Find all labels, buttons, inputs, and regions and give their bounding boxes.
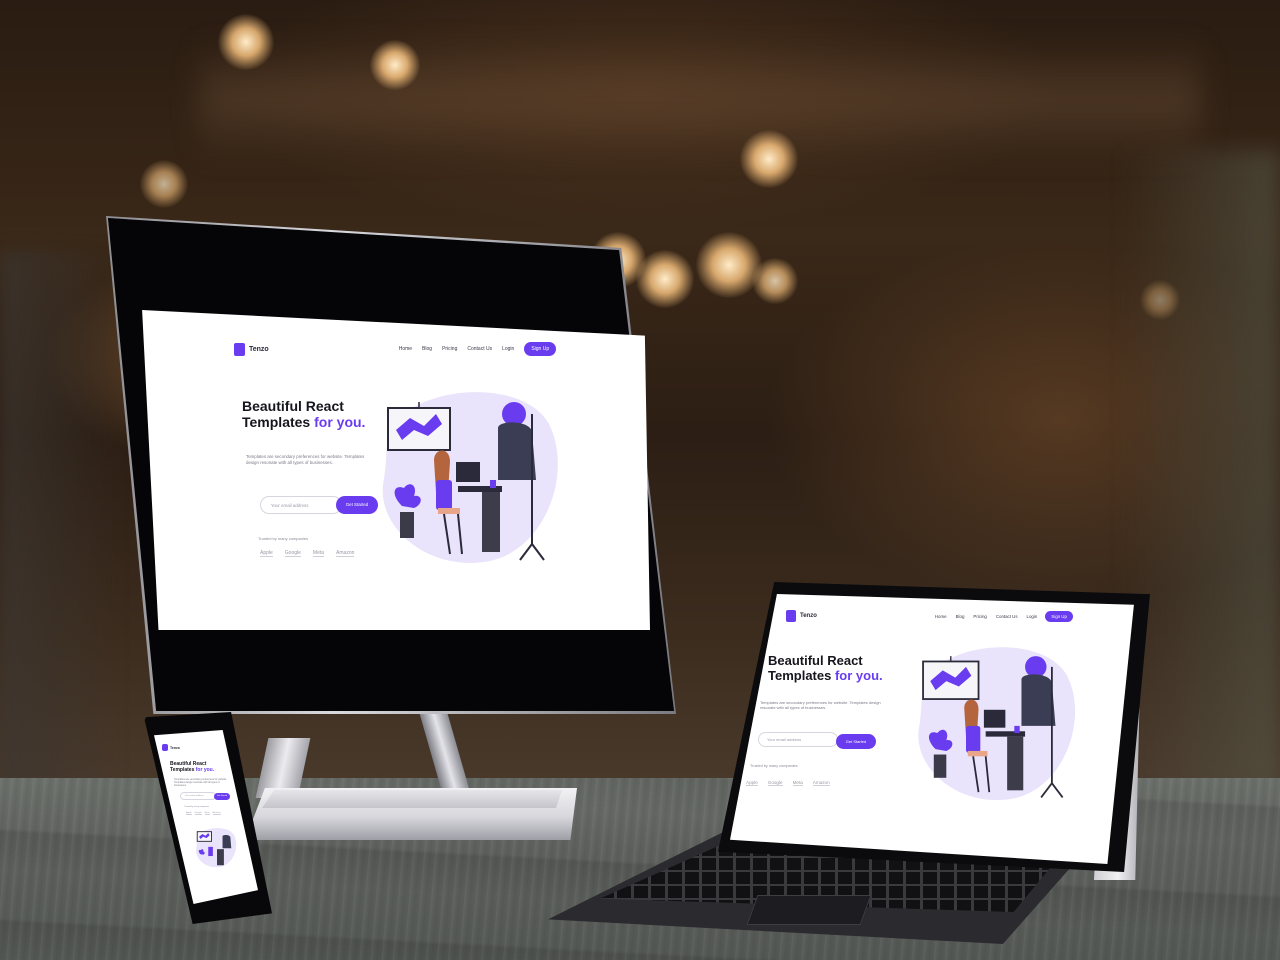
headline-line-2: Templates for you. [170, 766, 215, 774]
partner-logo: Google [284, 550, 301, 557]
logo-text: Tenzo [170, 745, 180, 750]
site-paragraph: Templates are secondary preferences for … [760, 700, 881, 711]
bokeh-light [696, 232, 762, 298]
trusted-label: Trusted by many companies [184, 806, 210, 808]
email-input[interactable]: Your email address [180, 792, 216, 800]
bokeh-light [752, 258, 798, 304]
headline-line-1: Beautiful React [242, 398, 344, 414]
get-started-button[interactable]: Get Started [336, 496, 378, 514]
partner-logo: Apple [186, 812, 192, 815]
partner-logo: Apple [260, 550, 273, 557]
site-illustration [918, 647, 1076, 801]
site-headline: Beautiful React Templates for you. [242, 398, 365, 430]
menu-item[interactable]: Contact Us [996, 614, 1018, 619]
bokeh-light [740, 130, 798, 188]
menu-item[interactable]: Home [399, 346, 412, 352]
monitor-website: Tenzo Home Blog Pricing Contact Us Login… [142, 310, 650, 630]
menu-item[interactable]: Pricing [973, 614, 986, 619]
monitor-stand-base-top [262, 790, 562, 808]
illustration-coat-icon [222, 834, 232, 849]
illustration-desk-icon [217, 849, 224, 866]
logo-text: Tenzo [800, 613, 817, 619]
bokeh-light [636, 250, 694, 308]
site-menu: Home Blog Pricing Contact Us Login [935, 614, 1037, 619]
logo-text: Tenzo [249, 345, 269, 353]
partner-logos: Apple Google Meta Amazon [186, 812, 221, 815]
site-nav: Tenzo Home Blog Pricing Contact Us Login… [786, 610, 1134, 622]
headline-accent: for you. [314, 414, 366, 431]
site-headline: Beautiful React Templates for you. [768, 653, 883, 684]
site-logo[interactable]: Tenzo [234, 342, 269, 356]
menu-item[interactable]: Pricing [442, 346, 457, 352]
headline-accent: for you. [195, 766, 215, 773]
background-shelf [1120, 150, 1280, 790]
partner-logo: Meta [312, 550, 325, 557]
bokeh-light [218, 14, 274, 70]
site-logo[interactable]: Tenzo [162, 744, 180, 751]
tablet-website: Tenzo Home Blog Pricing Contact Us Login… [730, 594, 1134, 864]
site-paragraph: Templates are secondary preferences for … [246, 454, 365, 465]
menu-item[interactable]: Contact Us [467, 346, 492, 352]
headline-prefix: Templates [768, 667, 832, 683]
partner-logo: Meta [792, 780, 803, 786]
background-ceiling [200, 40, 1200, 160]
get-started-button[interactable]: Get Started [214, 793, 230, 800]
email-input[interactable]: Your email address [260, 496, 342, 514]
get-started-button[interactable]: Get Started [836, 734, 876, 749]
illustration-monitor-icon [387, 402, 451, 451]
headline-prefix: Templates [170, 766, 195, 773]
partner-logos: Apple Google Meta Amazon [746, 780, 830, 786]
site-illustration [382, 392, 558, 563]
headline-prefix: Templates [242, 414, 311, 431]
menu-item[interactable]: Blog [956, 614, 965, 619]
partner-logos: Apple Google Meta Amazon [260, 550, 355, 557]
partner-logo: Google [194, 812, 202, 815]
menu-item[interactable]: Home [935, 614, 947, 619]
menu-item[interactable]: Blog [422, 346, 432, 352]
login-link[interactable]: Login [502, 346, 514, 352]
partner-logo: Amazon [812, 780, 830, 786]
email-input[interactable]: Your email address [758, 732, 838, 747]
illustration-monitor-icon [922, 656, 980, 700]
site-menu: Home Blog Pricing Contact Us Login [399, 346, 515, 352]
site-logo[interactable]: Tenzo [786, 610, 817, 622]
nav-signup-button[interactable]: Sign Up [524, 342, 557, 356]
scene: Tenzo Home Blog Pricing Contact Us Login… [0, 0, 1280, 960]
headline-line-2: Templates for you. [768, 667, 883, 684]
partner-logo: Amazon [212, 812, 221, 815]
site-illustration [196, 828, 237, 868]
trackpad [746, 895, 872, 925]
logo-mark-icon [162, 744, 168, 751]
headline-line-1: Beautiful React [768, 653, 863, 668]
trusted-label: Trusted by many companies [258, 536, 309, 541]
headline-line-2: Templates for you. [242, 414, 365, 430]
partner-logo: Apple [746, 780, 758, 786]
illustration-person-icon [208, 846, 213, 857]
partner-logo: Amazon [336, 550, 355, 557]
site-headline: Beautiful React Templates for you. [170, 761, 215, 774]
partner-logo: Google [767, 780, 783, 786]
partner-logo: Meta [204, 812, 210, 815]
site-nav: Tenzo Home Blog Pricing Contact Us Login… [234, 342, 644, 356]
headline-accent: for you. [834, 667, 883, 683]
logo-mark-icon [786, 610, 796, 622]
trusted-label: Trusted by many companies [750, 764, 798, 768]
logo-mark-icon [234, 342, 245, 356]
bokeh-light [140, 160, 188, 208]
bokeh-light [1140, 280, 1180, 320]
site-paragraph: Templates are secondary preferences for … [174, 778, 227, 788]
nav-signup-button[interactable]: Sign Up [1045, 610, 1073, 622]
background-left-wall [0, 250, 120, 790]
login-link[interactable]: Login [1027, 614, 1038, 619]
bokeh-light [370, 40, 420, 90]
